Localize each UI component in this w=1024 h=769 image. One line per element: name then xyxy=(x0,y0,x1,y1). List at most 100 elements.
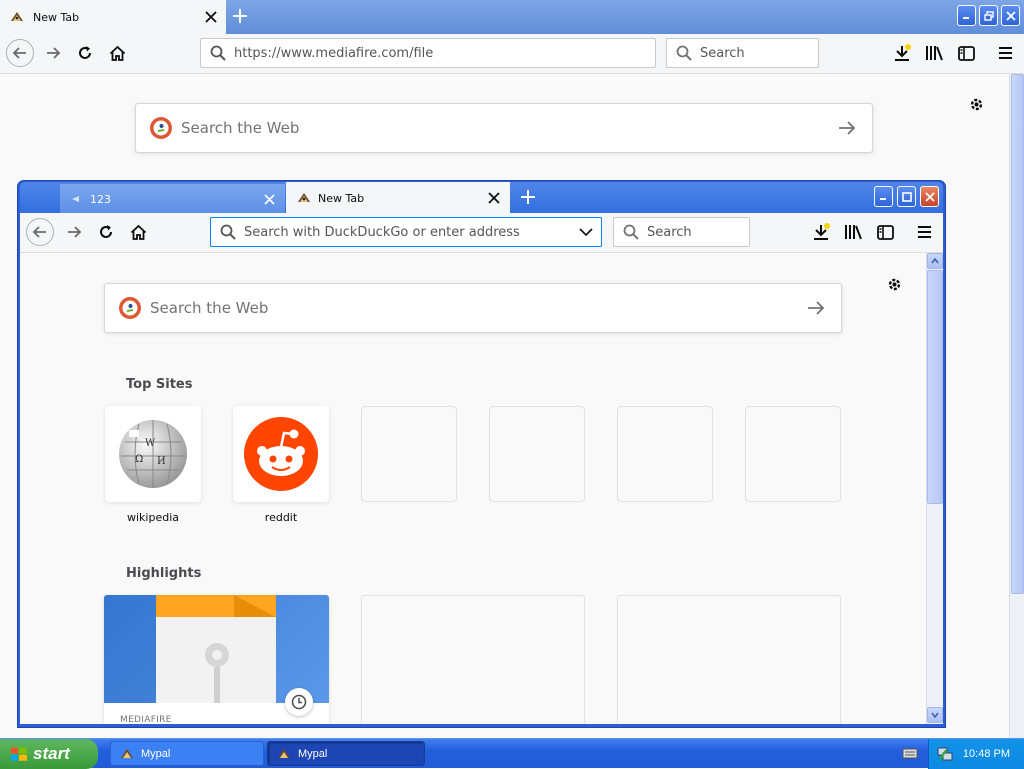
outer-search-placeholder: Search xyxy=(700,45,745,61)
tab-favicon-icon xyxy=(70,193,82,205)
submit-arrow-icon[interactable] xyxy=(838,120,856,136)
top-site-tile-wikipedia[interactable]: WΩ И xyxy=(105,406,201,502)
inner-tab-label: 123 xyxy=(90,192,111,206)
top-site-empty-slot xyxy=(361,406,457,502)
close-tab-icon[interactable] xyxy=(205,11,217,23)
back-button[interactable] xyxy=(6,39,34,67)
taskbar-item-label: Mypal xyxy=(298,747,328,760)
clock: 10:48 PM xyxy=(962,748,1010,760)
download-icon xyxy=(895,44,911,61)
mypal-tab-icon xyxy=(296,191,312,205)
forward-arrow-icon xyxy=(47,47,61,59)
back-arrow-icon xyxy=(32,226,46,238)
hamburger-menu-icon xyxy=(998,47,1012,59)
library-button[interactable] xyxy=(920,39,948,67)
highlights-title: Highlights xyxy=(126,566,202,581)
outer-tab-title: New Tab xyxy=(33,10,80,24)
submit-arrow-icon[interactable] xyxy=(807,300,825,316)
outer-close-button[interactable] xyxy=(1001,5,1020,26)
top-site-label: reddit xyxy=(264,511,298,524)
inner-scrollbar-thumb[interactable] xyxy=(927,270,943,504)
downloads-button[interactable] xyxy=(888,39,916,67)
reload-button[interactable] xyxy=(92,218,120,246)
menu-button[interactable] xyxy=(910,218,938,246)
network-icon[interactable] xyxy=(937,746,953,762)
inner-maximize-button[interactable] xyxy=(897,186,916,207)
mypal-app-icon xyxy=(276,747,292,761)
start-button[interactable]: start xyxy=(0,739,98,769)
inner-address-bar[interactable]: Search with DuckDuckGo or enter address xyxy=(210,217,602,247)
taskbar-item-mypal[interactable]: Mypal xyxy=(110,741,264,766)
top-site-tile-reddit[interactable] xyxy=(233,406,329,502)
search-icon xyxy=(210,45,226,61)
scroll-up-button[interactable] xyxy=(927,253,943,269)
library-button[interactable] xyxy=(839,218,867,246)
forward-button[interactable] xyxy=(39,39,67,67)
reload-icon xyxy=(79,46,91,59)
reload-button[interactable] xyxy=(71,39,99,67)
top-site-label: wikipedia xyxy=(126,511,179,524)
forward-button[interactable] xyxy=(60,218,88,246)
inner-minimize-button[interactable] xyxy=(874,186,893,207)
highlight-empty-slot xyxy=(361,595,585,724)
settings-gear-icon[interactable] xyxy=(968,96,985,113)
outer-web-search-placeholder: Search the Web xyxy=(181,119,300,137)
outer-web-search-box[interactable]: Search the Web xyxy=(135,103,873,153)
chevron-down-icon[interactable] xyxy=(579,227,593,237)
home-icon xyxy=(109,45,125,61)
sidebar-icon xyxy=(957,45,975,61)
home-icon xyxy=(130,224,146,240)
new-tab-plus-icon[interactable] xyxy=(232,8,248,24)
system-tray: 10:48 PM xyxy=(928,739,1024,769)
menu-button[interactable] xyxy=(991,39,1019,67)
outer-scrollbar-thumb[interactable] xyxy=(1011,74,1024,594)
keyboard-icon[interactable] xyxy=(902,746,918,760)
top-site-empty-slot xyxy=(489,406,585,502)
sidebar-icon xyxy=(876,224,894,240)
downloads-button[interactable] xyxy=(807,218,835,246)
download-icon xyxy=(814,223,830,240)
inner-tab-new-tab[interactable]: New Tab xyxy=(286,182,510,214)
home-button[interactable] xyxy=(124,218,152,246)
home-button[interactable] xyxy=(103,39,131,67)
close-tab-icon[interactable] xyxy=(488,192,500,204)
inner-search-placeholder: Search xyxy=(647,224,692,240)
inner-close-button[interactable] xyxy=(920,186,939,207)
scroll-down-button[interactable] xyxy=(927,707,943,723)
outer-minimize-button[interactable] xyxy=(957,5,976,26)
outer-restore-button[interactable] xyxy=(979,5,998,26)
settings-gear-icon[interactable] xyxy=(886,276,903,293)
windows-logo-icon xyxy=(10,746,28,763)
library-icon xyxy=(845,225,862,240)
outer-title-bar: New Tab xyxy=(0,0,1024,34)
highlight-empty-slot xyxy=(617,595,841,724)
inner-tab-label: New Tab xyxy=(318,191,365,205)
back-button[interactable] xyxy=(26,218,54,246)
highlight-card-mediafire[interactable]: MEDIAFIRE xyxy=(104,595,329,724)
inner-search-bar[interactable]: Search xyxy=(613,217,750,247)
search-icon xyxy=(220,224,236,240)
inner-scrollbar[interactable] xyxy=(926,253,943,724)
inner-tab-123[interactable]: 123 xyxy=(60,184,285,214)
reddit-alien-icon xyxy=(244,417,318,491)
outer-scrollbar[interactable] xyxy=(1009,74,1024,738)
top-site-empty-slot xyxy=(745,406,841,502)
inner-web-search-box[interactable]: Search the Web xyxy=(104,283,842,333)
clock-icon xyxy=(285,688,313,716)
sidebar-button[interactable] xyxy=(952,39,980,67)
outer-search-bar[interactable]: Search xyxy=(666,38,819,68)
sidebar-button[interactable] xyxy=(871,218,899,246)
close-tab-icon[interactable] xyxy=(264,193,275,205)
inner-browser-window: 123 New Tab Search with DuckDuckGo or en… xyxy=(17,180,946,728)
new-tab-plus-icon[interactable] xyxy=(520,189,536,205)
outer-url-bar[interactable]: https://www.mediafire.com/file xyxy=(200,38,656,68)
outer-tab-new-tab[interactable]: New Tab xyxy=(0,0,226,34)
search-icon xyxy=(623,224,639,240)
search-icon xyxy=(676,45,692,61)
mediafire-thumbnail xyxy=(104,595,329,703)
forward-arrow-icon xyxy=(68,226,82,238)
mypal-tab-icon xyxy=(9,10,25,24)
reload-icon xyxy=(100,225,112,238)
top-site-empty-slot xyxy=(617,406,713,502)
taskbar-item-mypal-active[interactable]: Mypal xyxy=(267,741,425,766)
